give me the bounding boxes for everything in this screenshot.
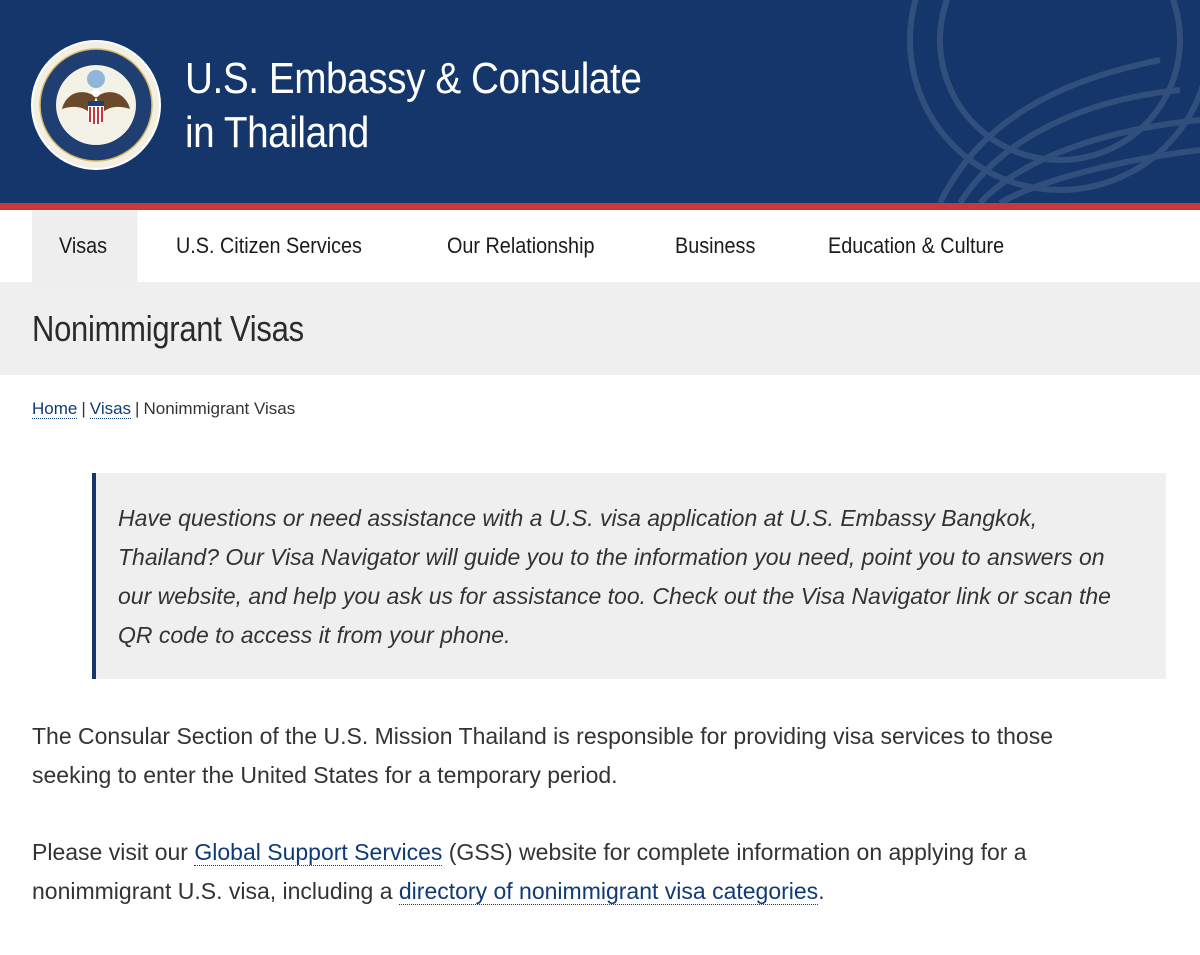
visa-categories-directory-link[interactable]: directory of nonimmigrant visa categorie… xyxy=(398,878,819,905)
visa-navigator-link-2[interactable]: Visa Navigator xyxy=(801,583,950,609)
visa-navigator-link[interactable]: Visa Navigator xyxy=(270,544,419,570)
paragraph-text: Please visit our xyxy=(32,839,195,865)
paragraph-text: . xyxy=(818,878,825,904)
intro-paragraph: The Consular Section of the U.S. Mission… xyxy=(32,723,1054,788)
breadcrumb-home-link[interactable]: Home xyxy=(32,399,78,419)
main-navigation: Visas U.S. Citizen Services Our Relation… xyxy=(0,210,1200,282)
callout-text: link or scan the xyxy=(949,583,1111,609)
nav-item-business[interactable]: Business xyxy=(648,210,786,282)
site-title-line2: in Thailand xyxy=(185,108,369,157)
site-title[interactable]: U.S. Embassy & Consulate in Thailand xyxy=(185,52,643,160)
gss-paragraph: Please visit our Global Support Services… xyxy=(32,833,1132,911)
nav-item-us-citizen-services[interactable]: U.S. Citizen Services xyxy=(149,210,393,282)
site-title-line1: U.S. Embassy & Consulate xyxy=(185,54,642,103)
nav-item-visas[interactable]: Visas xyxy=(32,210,138,282)
department-of-state-seal-icon[interactable] xyxy=(30,39,162,171)
global-support-services-link[interactable]: Global Support Services xyxy=(194,839,443,866)
main-content: The Consular Section of the U.S. Mission… xyxy=(0,717,1200,911)
eagle-watermark-icon xyxy=(907,0,1200,203)
breadcrumb-separator: | xyxy=(135,399,140,418)
breadcrumb-separator: | xyxy=(81,399,86,418)
callout-text: to access it from your phone. xyxy=(208,622,511,648)
page-title-band: Nonimmigrant Visas xyxy=(0,282,1200,375)
nav-item-education-culture[interactable]: Education & Culture xyxy=(801,210,1035,282)
site-header: U.S. Embassy & Consulate in Thailand xyxy=(0,0,1200,210)
breadcrumb-current: Nonimmigrant Visas xyxy=(143,399,296,418)
breadcrumb: Home | Visas | Nonimmigrant Visas xyxy=(0,375,1200,419)
qr-code-link[interactable]: QR code xyxy=(118,622,209,648)
visa-navigator-callout: Have questions or need assistance with a… xyxy=(92,473,1166,679)
page-title: Nonimmigrant Visas xyxy=(32,307,304,349)
breadcrumb-visas-link[interactable]: Visas xyxy=(89,399,132,419)
nav-item-our-relationship[interactable]: Our Relationship xyxy=(420,210,625,282)
